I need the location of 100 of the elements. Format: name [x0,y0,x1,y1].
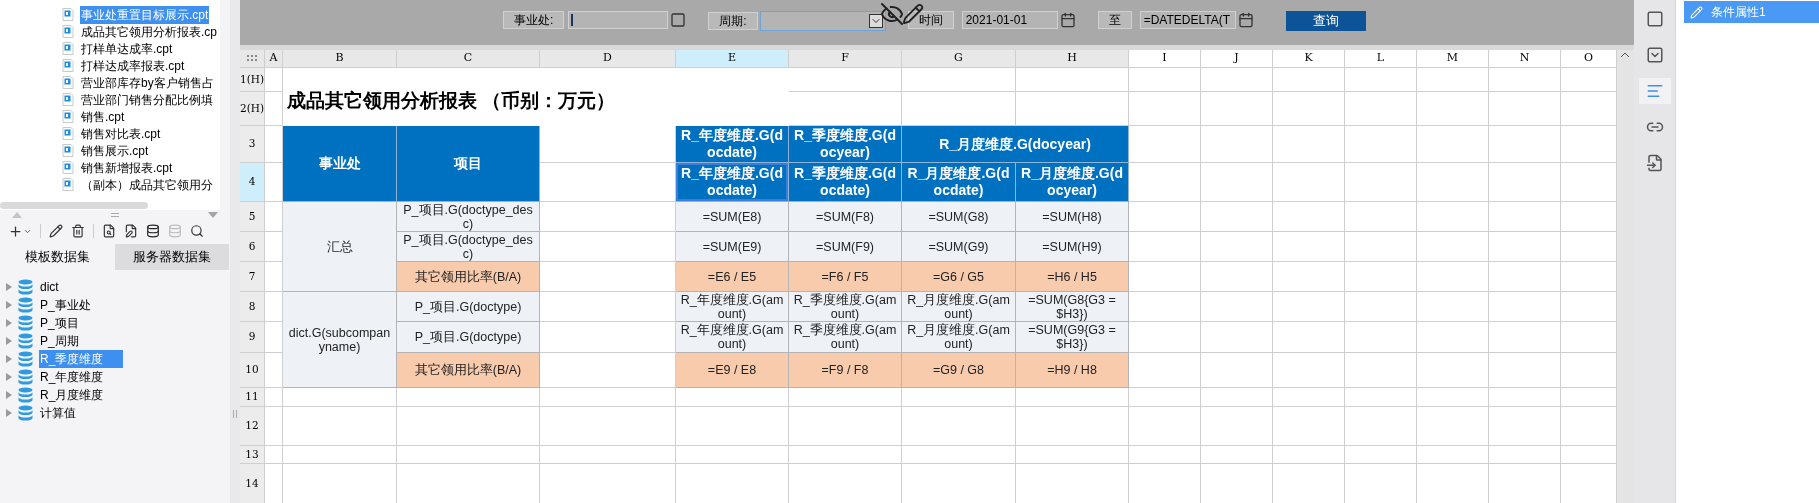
edit-file-icon[interactable] [124,224,138,238]
preview-icon[interactable] [102,224,116,238]
delete-icon[interactable] [71,224,85,238]
table-cell[interactable]: P_项目.G(doctype_desc) [397,202,540,232]
table-cell[interactable]: R_年度维度.G(docdate) [676,163,789,202]
table-cell[interactable]: =SUM(F9) [789,232,902,262]
add-button[interactable] [8,223,32,239]
table-cell[interactable]: =SUM(G8{G3 = $H3}) [1016,292,1129,322]
table-cell[interactable]: =SUM(E9) [676,232,789,262]
row-header[interactable]: 8 [240,292,265,322]
database-icon[interactable] [146,224,160,238]
row-header[interactable]: 12 [240,407,265,446]
table-cell[interactable]: =SUM(G9{G3 = $H3}) [1016,322,1129,353]
side-tool-button[interactable] [1638,78,1671,104]
dataset-item[interactable]: R_月度维度 [39,386,123,404]
file-tree-item[interactable]: 打样单达成率.cpt [80,39,174,58]
column-header[interactable]: H [1016,50,1129,68]
column-header[interactable]: F [789,50,902,68]
file-tree-item[interactable]: 销售展示.cpt [80,141,150,160]
table-cell[interactable]: P_项目.G(doctype_desc) [397,232,540,262]
calendar-icon[interactable] [1237,12,1254,28]
select-all-icon[interactable] [240,50,265,68]
dataset-item[interactable]: P_周期 [39,332,123,350]
table-cell[interactable]: =H9 / H8 [1016,353,1129,388]
calendar-icon[interactable] [1059,12,1076,28]
collapse-down-icon[interactable] [208,212,218,218]
table-cell[interactable]: =SUM(E8) [676,202,789,232]
column-header[interactable]: M [1417,50,1489,68]
report-title[interactable]: 成品其它领用分析报表 （币别：万元） [283,68,789,126]
table-cell[interactable]: =E6 / E5 [676,262,789,292]
table-cell[interactable]: R_年度维度.G(amount) [676,322,789,353]
file-tree-item[interactable]: 销售新增报表.cpt [80,158,174,177]
column-header[interactable]: E [676,50,789,68]
row-header[interactable]: 4 [240,163,265,202]
text-field[interactable] [568,11,669,29]
table-cell[interactable]: P_项目.G(doctype) [397,322,540,353]
table-cell[interactable]: =SUM(F8) [789,202,902,232]
column-header[interactable]: G [902,50,1016,68]
table-cell[interactable]: =SUM(H9) [1016,232,1129,262]
date-field[interactable]: =DATEDELTA(T [1139,11,1236,29]
row-header[interactable]: 14 [240,464,265,503]
picker-icon[interactable] [670,12,687,28]
splitter-grip-icon[interactable] [233,410,237,418]
table-cell[interactable]: =G6 / G5 [902,262,1016,292]
expand-arrow-icon[interactable] [6,301,12,309]
column-header[interactable]: O [1561,50,1617,68]
column-header[interactable]: D [540,50,676,68]
row-header[interactable]: 7 [240,262,265,292]
table-cell[interactable]: =SUM(H8) [1016,202,1129,232]
dataset-item[interactable]: 计算值 [39,404,123,422]
row-header[interactable]: 13 [240,446,265,464]
file-tree-item[interactable]: （副本）成品其它领用分 [80,175,214,194]
file-tree-item[interactable]: 销售.cpt [80,107,126,126]
row-header[interactable]: 2(H) [240,92,265,126]
column-header[interactable]: C [397,50,540,68]
scrollbar[interactable] [0,201,148,209]
dataset-item[interactable]: dict [39,278,123,296]
expand-arrow-icon[interactable] [6,283,12,291]
row-header[interactable]: 3 [240,126,265,163]
row-header[interactable]: 5 [240,202,265,232]
expand-arrow-icon[interactable] [6,337,12,345]
table-cell[interactable]: R_月度维度.G(docyear) [902,126,1129,163]
file-tree-item[interactable]: 营业部门销售分配比例填 [80,90,214,109]
dataset-item[interactable]: R_年度维度 [39,368,123,386]
row-header[interactable]: 1(H) [240,68,265,92]
column-header[interactable]: I [1129,50,1201,68]
collapse-up-icon[interactable] [12,212,22,218]
table-cell[interactable]: R_季度维度.G(docyear) [789,126,902,163]
table-cell[interactable]: =H6 / H5 [1016,262,1129,292]
file-tree-item[interactable]: 营业部库存by客户销售占 [80,73,215,92]
dataset-tab[interactable]: 服务器数据集 [114,244,229,270]
expand-arrow-icon[interactable] [6,373,12,381]
dataset-item[interactable]: P_项目 [39,314,123,332]
table-cell[interactable]: R_月度维度.G(amount) [902,322,1016,353]
date-field[interactable]: 2021-01-01 [961,11,1058,29]
table-cell[interactable]: R_年度维度.G(amount) [676,292,789,322]
table-cell[interactable]: =E9 / E8 [676,353,789,388]
table-cell[interactable]: =F6 / F5 [789,262,902,292]
table-cell[interactable]: R_月度维度.G(docyear) [1016,163,1129,202]
hidden-eye-icon[interactable] [880,2,904,26]
table-cell[interactable]: 其它领用比率(B/A) [397,353,540,388]
dropdown-field[interactable] [759,11,886,31]
row-header[interactable]: 11 [240,388,265,407]
column-header[interactable]: N [1489,50,1561,68]
row-header[interactable]: 10 [240,353,265,388]
row-header[interactable]: 6 [240,232,265,262]
expand-arrow-icon[interactable] [6,391,12,399]
table-cell[interactable]: R_季度维度.G(amount) [789,322,902,353]
table-cell[interactable]: R_月度维度.G(amount) [902,292,1016,322]
expand-arrow-icon[interactable] [6,319,12,327]
table-cell[interactable]: =F9 / F8 [789,353,902,388]
table-cell[interactable]: =G9 / G8 [902,353,1016,388]
table-cell[interactable]: R_季度维度.G(docdate) [789,163,902,202]
table-cell[interactable]: 项目 [397,126,540,202]
dataset-item[interactable]: P_事业处 [39,296,123,314]
expand-arrow-icon[interactable] [6,409,12,417]
column-header[interactable]: K [1273,50,1345,68]
table-cell[interactable]: 其它领用比率(B/A) [397,262,540,292]
table-cell[interactable]: dict.G(subcompanyname) [283,292,397,388]
file-tree-item[interactable]: 销售对比表.cpt [80,124,162,143]
